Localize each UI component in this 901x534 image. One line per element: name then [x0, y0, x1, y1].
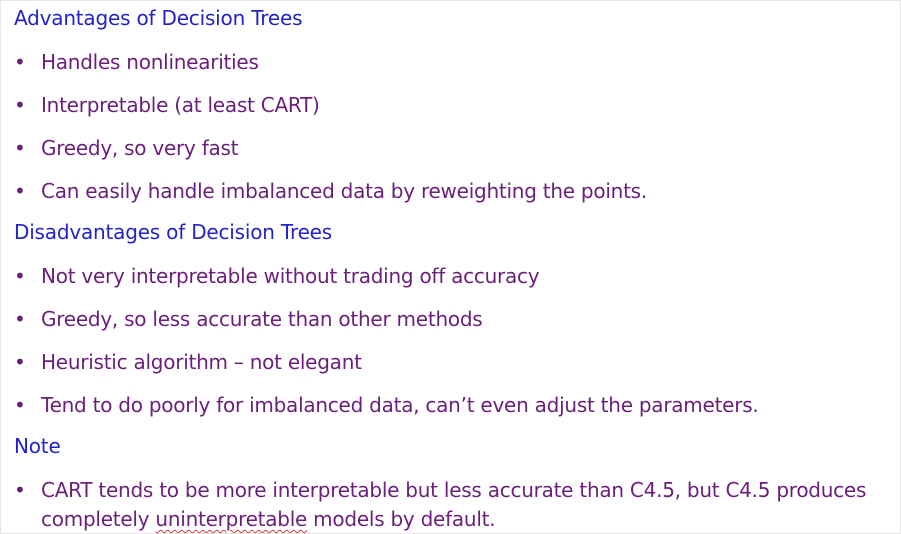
disadvantage-item-2: • Greedy, so less accurate than other me…: [14, 305, 894, 334]
disadvantage-text: Heuristic algorithm – not elegant: [41, 350, 362, 374]
slide: Advantages of Decision Trees • Handles n…: [0, 0, 901, 534]
disadvantages-heading: Disadvantages of Decision Trees: [14, 220, 332, 244]
advantage-item-1: • Handles nonlinearities: [14, 48, 894, 77]
disadvantage-item-4: • Tend to do poorly for imbalanced data,…: [14, 391, 894, 420]
spellcheck-flagged-word[interactable]: uninterpretable: [155, 507, 307, 531]
bullet-icon: •: [14, 136, 26, 160]
bullet-icon: •: [14, 350, 26, 374]
advantage-item-3: • Greedy, so very fast: [14, 134, 894, 163]
bullet-icon: •: [14, 93, 26, 117]
bullet-icon: •: [14, 478, 26, 502]
advantage-item-2: • Interpretable (at least CART): [14, 91, 894, 120]
disadvantage-item-3: • Heuristic algorithm – not elegant: [14, 348, 894, 377]
advantage-text: Can easily handle imbalanced data by rew…: [41, 179, 647, 203]
disadvantage-text: Greedy, so less accurate than other meth…: [41, 307, 483, 331]
note-heading: Note: [14, 434, 61, 458]
bullet-icon: •: [14, 264, 26, 288]
bullet-icon: •: [14, 50, 26, 74]
bullet-icon: •: [14, 393, 26, 417]
disadvantage-text: Tend to do poorly for imbalanced data, c…: [41, 393, 759, 417]
advantage-item-4: • Can easily handle imbalanced data by r…: [14, 177, 894, 206]
note-text: CART tends to be more interpretable but …: [41, 476, 894, 534]
disadvantage-item-1: • Not very interpretable without trading…: [14, 262, 894, 291]
advantage-text: Handles nonlinearities: [41, 50, 259, 74]
bullet-icon: •: [14, 307, 26, 331]
note-text-after: models by default.: [307, 507, 496, 531]
advantage-text: Greedy, so very fast: [41, 136, 239, 160]
disadvantage-text: Not very interpretable without trading o…: [41, 264, 540, 288]
advantage-text: Interpretable (at least CART): [41, 93, 320, 117]
note-item: • CART tends to be more interpretable bu…: [14, 476, 894, 534]
bullet-icon: •: [14, 179, 26, 203]
advantages-heading: Advantages of Decision Trees: [14, 6, 303, 30]
